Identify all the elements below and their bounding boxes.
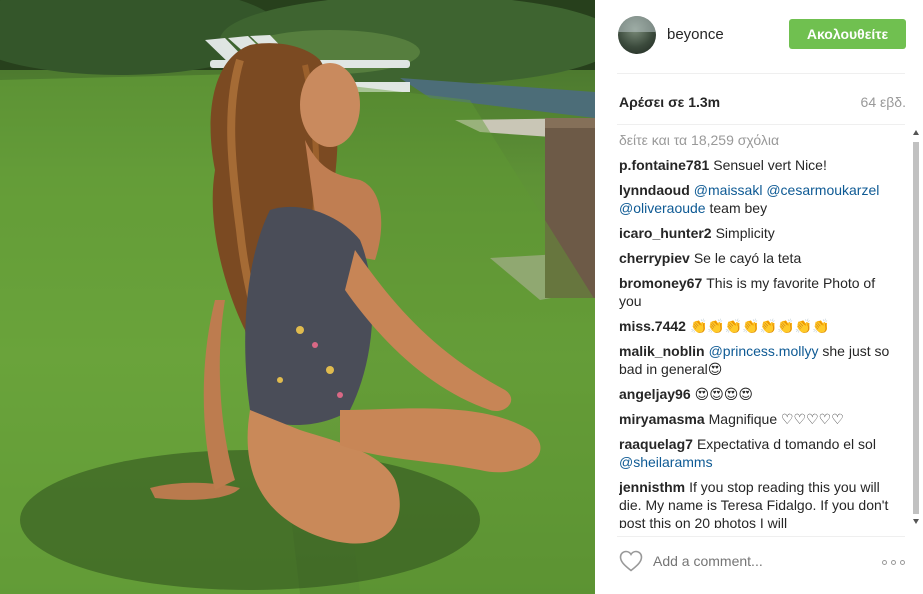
- post-photo[interactable]: [0, 0, 595, 594]
- photo-illustration: [0, 0, 595, 594]
- mention-link[interactable]: @princess.mollyy: [709, 343, 819, 359]
- likes-count[interactable]: Αρέσει σε 1.3m: [619, 94, 720, 110]
- mention-link[interactable]: @cesarmoukarzel: [766, 182, 879, 198]
- profile-avatar[interactable]: [618, 16, 656, 54]
- post-side-panel: beyonce Ακολουθείτε Αρέσει σε 1.3m 64 εβ…: [595, 0, 923, 594]
- comment-item: jennisthm If you stop reading this you wi…: [619, 478, 899, 528]
- view-all-comments-link[interactable]: δείτε και τα 18,259 σχόλια: [619, 132, 779, 148]
- comment-username[interactable]: miss.7442: [619, 318, 686, 334]
- comment-username[interactable]: raaquelag7: [619, 436, 693, 452]
- comment-item: angeljay96 😍😍😍😍: [619, 385, 899, 403]
- comment-text: Magnifique ♡♡♡♡♡: [708, 411, 844, 427]
- heart-icon[interactable]: [619, 550, 643, 572]
- comment-item: p.fontaine781 Sensuel vert Nice!: [619, 156, 899, 174]
- comment-username[interactable]: angeljay96: [619, 386, 691, 402]
- comment-item: lynndaoud @maissakl @cesarmoukarzel @oliv…: [619, 181, 899, 217]
- comment-item: malik_noblin @princess.mollyy she just so…: [619, 342, 899, 378]
- comment-item: miryamasma Magnifique ♡♡♡♡♡: [619, 410, 899, 428]
- comment-text: Expectativa d tomando el sol: [696, 436, 876, 452]
- comment-username[interactable]: miryamasma: [619, 411, 705, 427]
- comment-text: 👏👏👏👏👏👏👏👏: [689, 318, 830, 334]
- comment-text: 😍😍😍😍: [694, 386, 753, 402]
- scroll-thumb[interactable]: [913, 142, 919, 514]
- divider: [617, 124, 905, 125]
- comment-username[interactable]: malik_noblin: [619, 343, 705, 359]
- comment-username[interactable]: p.fontaine781: [619, 157, 709, 173]
- mention-link[interactable]: @maissakl: [694, 182, 763, 198]
- comment-username[interactable]: bromoney67: [619, 275, 702, 291]
- comment-username[interactable]: icaro_hunter2: [619, 225, 712, 241]
- add-comment-input[interactable]: [653, 553, 873, 569]
- comment-item: cherrypiev Se le cayó la teta: [619, 249, 899, 267]
- comment-text: Se le cayó la teta: [693, 250, 802, 266]
- following-button[interactable]: Ακολουθείτε: [789, 19, 906, 49]
- post-age[interactable]: 64 εβδ.: [861, 94, 906, 110]
- comment-text: team bey: [705, 200, 768, 216]
- comment-item: miss.7442 👏👏👏👏👏👏👏👏: [619, 317, 899, 335]
- scroll-up-arrow-icon[interactable]: [913, 130, 919, 135]
- mention-link[interactable]: @oliveraoude: [619, 200, 706, 216]
- post-header: beyonce Ακολουθείτε: [595, 0, 923, 74]
- comment-text: Sensuel vert Nice!: [713, 157, 827, 173]
- comment-username[interactable]: jennisthm: [619, 479, 685, 495]
- divider: [617, 73, 905, 74]
- comment-item: icaro_hunter2 Simplicity: [619, 224, 899, 242]
- divider: [617, 536, 905, 537]
- comment-text: Simplicity: [715, 225, 775, 241]
- comment-username[interactable]: lynndaoud: [619, 182, 690, 198]
- username-link[interactable]: beyonce: [667, 26, 724, 43]
- comment-item: bromoney67 This is my favorite Photo of y…: [619, 274, 899, 310]
- comment-item: raaquelag7 Expectativa d tomando el sol @…: [619, 435, 899, 471]
- more-options-icon[interactable]: [882, 560, 908, 566]
- comments-scrollbar[interactable]: [910, 128, 922, 526]
- mention-link[interactable]: @sheilaramms: [619, 454, 713, 470]
- scroll-down-arrow-icon[interactable]: [913, 519, 919, 524]
- comment-list: p.fontaine781 Sensuel vert Nice! lynndaou…: [619, 156, 899, 528]
- comment-username[interactable]: cherrypiev: [619, 250, 690, 266]
